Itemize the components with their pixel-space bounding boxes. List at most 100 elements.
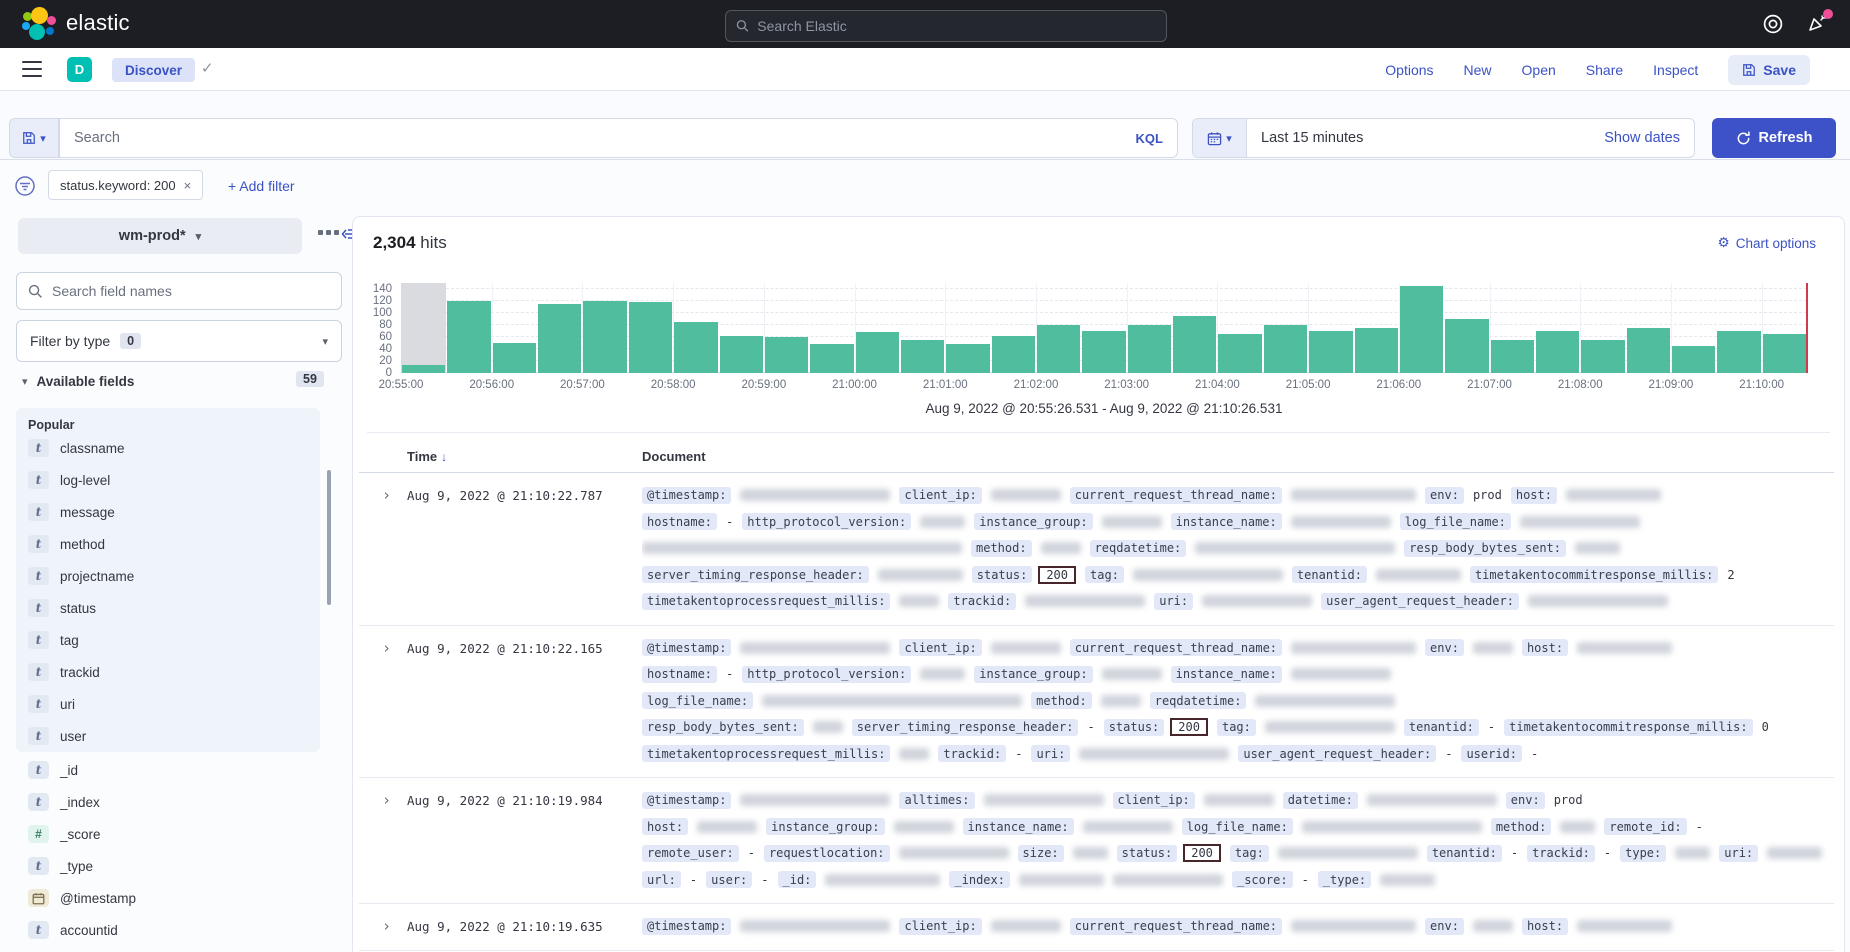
field-item[interactable]: @timestamp bbox=[28, 882, 308, 914]
query-input[interactable] bbox=[74, 130, 1136, 146]
field-badge[interactable]: log_file_name: bbox=[1182, 818, 1293, 835]
breadcrumb[interactable]: Discover bbox=[112, 58, 195, 82]
field-badge[interactable]: tag: bbox=[1085, 566, 1124, 583]
field-badge[interactable]: instance_group: bbox=[766, 818, 884, 835]
time-range-value[interactable]: Last 15 minutes bbox=[1247, 130, 1377, 146]
field-badge[interactable]: timetakentoprocessrequest_millis: bbox=[642, 745, 890, 762]
field-badge[interactable]: datetime: bbox=[1283, 792, 1358, 809]
field-badge[interactable]: url: bbox=[642, 871, 681, 888]
field-badge[interactable]: userid: bbox=[1461, 745, 1522, 762]
field-item[interactable]: tclassname bbox=[28, 432, 308, 464]
histogram-bar-slot[interactable] bbox=[1580, 283, 1625, 373]
app-badge-discover[interactable]: D bbox=[67, 57, 92, 82]
histogram-bar-slot[interactable] bbox=[1172, 283, 1217, 373]
histogram-bar-slot[interactable] bbox=[1762, 283, 1807, 373]
field-badge[interactable]: method: bbox=[971, 540, 1032, 557]
histogram-bar-slot[interactable] bbox=[673, 283, 718, 373]
field-badge[interactable]: tenantid: bbox=[1404, 719, 1479, 736]
field-badge[interactable]: log_file_name: bbox=[1400, 513, 1511, 530]
field-badge[interactable]: instance_name: bbox=[1171, 666, 1282, 683]
field-badge[interactable]: server_timing_response_header: bbox=[852, 719, 1079, 736]
field-badge[interactable]: http_protocol_version: bbox=[742, 513, 911, 530]
histogram-bar-slot[interactable] bbox=[1263, 283, 1308, 373]
field-badge[interactable]: env: bbox=[1425, 487, 1464, 504]
histogram-partial-bucket[interactable] bbox=[401, 283, 446, 373]
field-item[interactable]: tuser bbox=[28, 720, 308, 752]
field-search-input[interactable] bbox=[52, 283, 330, 299]
global-search-input[interactable] bbox=[757, 18, 1156, 34]
field-badge[interactable]: client_ip: bbox=[899, 487, 981, 504]
field-badge[interactable]: hostname: bbox=[642, 666, 717, 683]
open-link[interactable]: Open bbox=[1522, 62, 1556, 78]
field-badge[interactable]: trackid: bbox=[938, 745, 1006, 762]
field-badge[interactable]: _id: bbox=[778, 871, 817, 888]
field-badge[interactable]: reqdatetime: bbox=[1090, 540, 1187, 557]
field-badge[interactable]: resp_body_bytes_sent: bbox=[642, 719, 804, 736]
histogram-bar-slot[interactable] bbox=[900, 283, 945, 373]
field-badge[interactable]: hostname: bbox=[642, 513, 717, 530]
field-badge[interactable]: env: bbox=[1506, 792, 1545, 809]
histogram-bar-slot[interactable] bbox=[1036, 283, 1081, 373]
field-badge[interactable]: current_request_thread_name: bbox=[1070, 918, 1282, 935]
sidebar-scrollbar[interactable] bbox=[327, 470, 331, 605]
histogram-bar-slot[interactable] bbox=[1217, 283, 1262, 373]
field-item[interactable]: ttrackid bbox=[28, 656, 308, 688]
add-filter-button[interactable]: + Add filter bbox=[228, 178, 295, 194]
field-badge[interactable]: client_ip: bbox=[899, 918, 981, 935]
field-badge[interactable]: remote_user: bbox=[642, 845, 739, 862]
field-badge[interactable]: _score: bbox=[1232, 871, 1293, 888]
histogram-bar-slot[interactable] bbox=[1444, 283, 1489, 373]
field-badge[interactable]: tenantid: bbox=[1427, 845, 1502, 862]
histogram-bar-slot[interactable] bbox=[764, 283, 809, 373]
expand-row-icon[interactable]: › bbox=[382, 917, 391, 935]
field-badge[interactable]: timetakentocommitresponse_millis: bbox=[1504, 719, 1752, 736]
field-badge[interactable]: http_protocol_version: bbox=[742, 666, 911, 683]
inspect-link[interactable]: Inspect bbox=[1653, 62, 1698, 78]
field-item[interactable]: tlog-level bbox=[28, 464, 308, 496]
field-badge[interactable]: status: bbox=[1117, 845, 1178, 862]
field-badge[interactable]: type: bbox=[1620, 845, 1666, 862]
field-badge[interactable]: tenantid: bbox=[1292, 566, 1367, 583]
field-badge[interactable]: client_ip: bbox=[899, 639, 981, 656]
histogram-bar-slot[interactable] bbox=[628, 283, 673, 373]
field-badge[interactable]: reqdatetime: bbox=[1150, 692, 1247, 709]
histogram-bar-slot[interactable] bbox=[1626, 283, 1671, 373]
field-badge[interactable]: tag: bbox=[1230, 845, 1269, 862]
histogram-bar-slot[interactable] bbox=[1127, 283, 1172, 373]
histogram-bar-slot[interactable] bbox=[991, 283, 1036, 373]
field-badge[interactable]: timetakentoprocessrequest_millis: bbox=[642, 593, 890, 610]
field-badge[interactable]: env: bbox=[1425, 639, 1464, 656]
field-item[interactable]: t_id bbox=[28, 754, 308, 786]
histogram-bar-slot[interactable] bbox=[1535, 283, 1580, 373]
field-badge[interactable]: @timestamp: bbox=[642, 639, 731, 656]
histogram-bar-slot[interactable] bbox=[582, 283, 627, 373]
histogram-bar-slot[interactable] bbox=[809, 283, 854, 373]
histogram-bar-slot[interactable] bbox=[1671, 283, 1716, 373]
show-dates-button[interactable]: Show dates bbox=[1604, 130, 1694, 146]
field-badge[interactable]: method: bbox=[1031, 692, 1092, 709]
new-link[interactable]: New bbox=[1464, 62, 1492, 78]
field-item[interactable]: t_type bbox=[28, 850, 308, 882]
histogram-bar-slot[interactable] bbox=[1716, 283, 1761, 373]
options-link[interactable]: Options bbox=[1385, 62, 1433, 78]
field-badge[interactable]: tag: bbox=[1217, 719, 1256, 736]
refresh-button[interactable]: Refresh bbox=[1712, 118, 1836, 158]
time-column-header[interactable]: Time↓ bbox=[359, 449, 642, 464]
remove-filter-icon[interactable]: × bbox=[184, 178, 192, 193]
field-badge[interactable]: instance_group: bbox=[974, 513, 1092, 530]
field-badge[interactable]: user: bbox=[706, 871, 752, 888]
field-badge[interactable]: status: bbox=[972, 566, 1033, 583]
field-item[interactable]: taccountid bbox=[28, 914, 308, 946]
histogram-bar-slot[interactable] bbox=[719, 283, 764, 373]
field-badge[interactable]: instance_group: bbox=[974, 666, 1092, 683]
field-badge[interactable]: trackid: bbox=[1527, 845, 1595, 862]
field-item[interactable]: turi bbox=[28, 688, 308, 720]
field-badge[interactable]: host: bbox=[642, 818, 688, 835]
field-badge[interactable]: remote_id: bbox=[1604, 818, 1686, 835]
field-badge[interactable]: user_agent_request_header: bbox=[1321, 593, 1519, 610]
field-badge[interactable]: @timestamp: bbox=[642, 487, 731, 504]
field-item[interactable]: ttag bbox=[28, 624, 308, 656]
field-badge[interactable]: requestlocation: bbox=[764, 845, 890, 862]
available-fields-header[interactable]: ▾ Available fields 59 bbox=[22, 374, 322, 389]
histogram-bar-slot[interactable] bbox=[1354, 283, 1399, 373]
